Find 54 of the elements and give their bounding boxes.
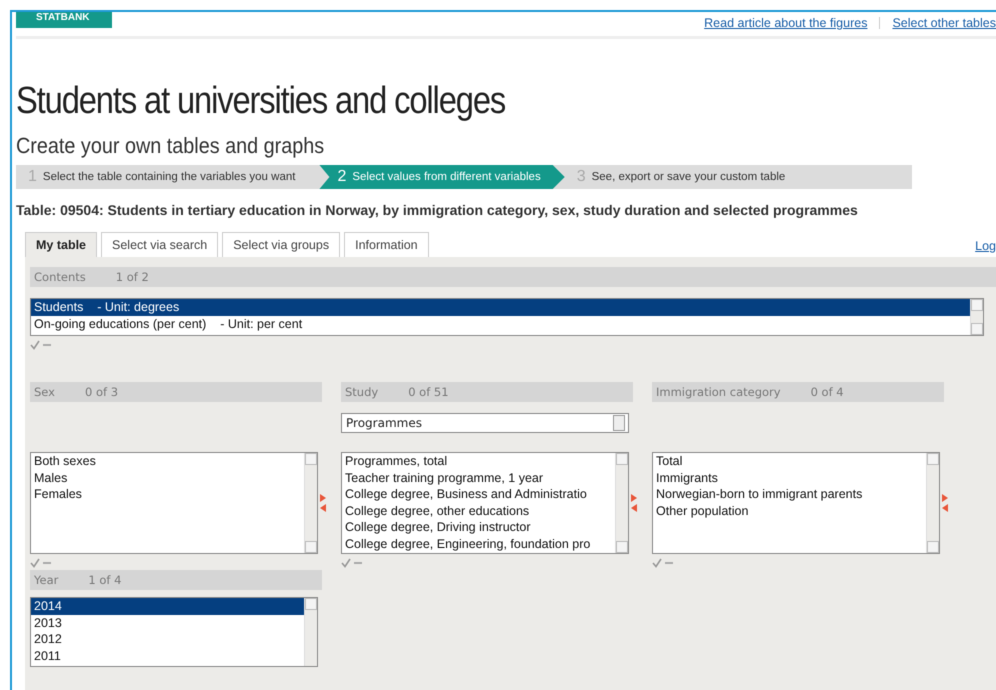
list-option[interactable]: College degree, Business and Administratio <box>342 486 615 502</box>
wizard-step[interactable]: 2 Select values from different variables <box>319 165 565 189</box>
page-title: Students at universities and colleges <box>16 79 506 123</box>
list-option[interactable]: College degree, Driving instructor <box>342 519 615 536</box>
list-option[interactable]: Total <box>653 453 926 470</box>
statbank-logo[interactable]: STATBANK <box>16 12 112 28</box>
variable-header: Sex 0 of 3 <box>30 382 322 402</box>
scrollbar[interactable] <box>926 453 939 553</box>
variable-listbox[interactable]: Total Immigrants Norwegian-born to immigrant parents Other population <box>652 452 940 554</box>
list-option[interactable]: 2013 <box>31 614 304 631</box>
check-icon[interactable] <box>30 558 40 568</box>
list-option[interactable]: Immigrants <box>653 470 926 486</box>
contents-listbox[interactable]: Students - Unit: degrees On-going educations (per cent) - Unit: per cent <box>30 298 984 336</box>
scrollbar[interactable] <box>970 299 983 335</box>
list-option[interactable]: 2012 <box>31 631 304 648</box>
list-option[interactable]: Other population <box>653 502 926 519</box>
list-option[interactable]: On-going educations (per cent) - Unit: per cent <box>31 316 970 332</box>
list-option[interactable]: Males <box>31 470 304 486</box>
log-link[interactable]: Log <box>975 239 996 257</box>
table-title: Table: 09504: Students in tertiary education in Norway, by immigration category, sex, study duration and selected programmes <box>16 202 859 218</box>
list-option[interactable]: Norwegian-born to immigrant parents <box>653 486 926 502</box>
list-option[interactable]: Students - Unit: degrees <box>31 299 970 316</box>
year-listbox[interactable]: 2014 2013 2012 2011 <box>30 597 318 667</box>
tab[interactable]: Select via groups <box>222 232 340 257</box>
move-arrows-icon[interactable] <box>942 494 948 512</box>
dropdown[interactable]: Programmes <box>341 413 629 433</box>
check-icon[interactable] <box>30 340 40 350</box>
page-subtitle: Create your own tables and graphs <box>16 133 326 159</box>
variable-listbox[interactable] <box>341 452 629 554</box>
list-option[interactable]: 2011 <box>31 648 304 664</box>
variable-listbox[interactable]: Both sexes Males Females <box>30 452 318 554</box>
header-link[interactable]: Read article about the figures <box>704 16 868 30</box>
variable-header: Year 1 of 4 <box>30 570 322 590</box>
variable-header: Contents 1 of 2 <box>30 267 996 287</box>
scrollbar[interactable] <box>615 453 628 553</box>
list-option[interactable]: Both sexes <box>31 453 304 470</box>
list-option[interactable]: College degree, other educations <box>342 502 615 519</box>
variable-header: Study 0 of 51 <box>341 382 633 402</box>
list-option[interactable]: Females <box>31 486 304 502</box>
list-option[interactable]: Programmes, total <box>342 453 615 470</box>
list-option[interactable]: Teacher training programme, 1 year <box>342 470 615 486</box>
list-option[interactable]: 2014 <box>31 598 304 614</box>
header-link[interactable]: Select other tables <box>892 16 996 30</box>
tab[interactable]: Information <box>344 232 429 257</box>
tab[interactable]: Select via search <box>101 232 218 257</box>
variable-header: Immigration category 0 of 4 <box>652 382 944 402</box>
scrollbar[interactable] <box>304 453 317 553</box>
check-icon[interactable] <box>652 558 662 568</box>
scrollbar[interactable] <box>304 598 317 666</box>
move-arrows-icon[interactable] <box>631 494 637 512</box>
tab[interactable]: My table <box>25 232 98 257</box>
list-option[interactable]: College degree, Engineering, foundation pro <box>342 536 615 552</box>
check-icon[interactable] <box>341 558 351 568</box>
move-arrows-icon[interactable] <box>320 494 326 512</box>
